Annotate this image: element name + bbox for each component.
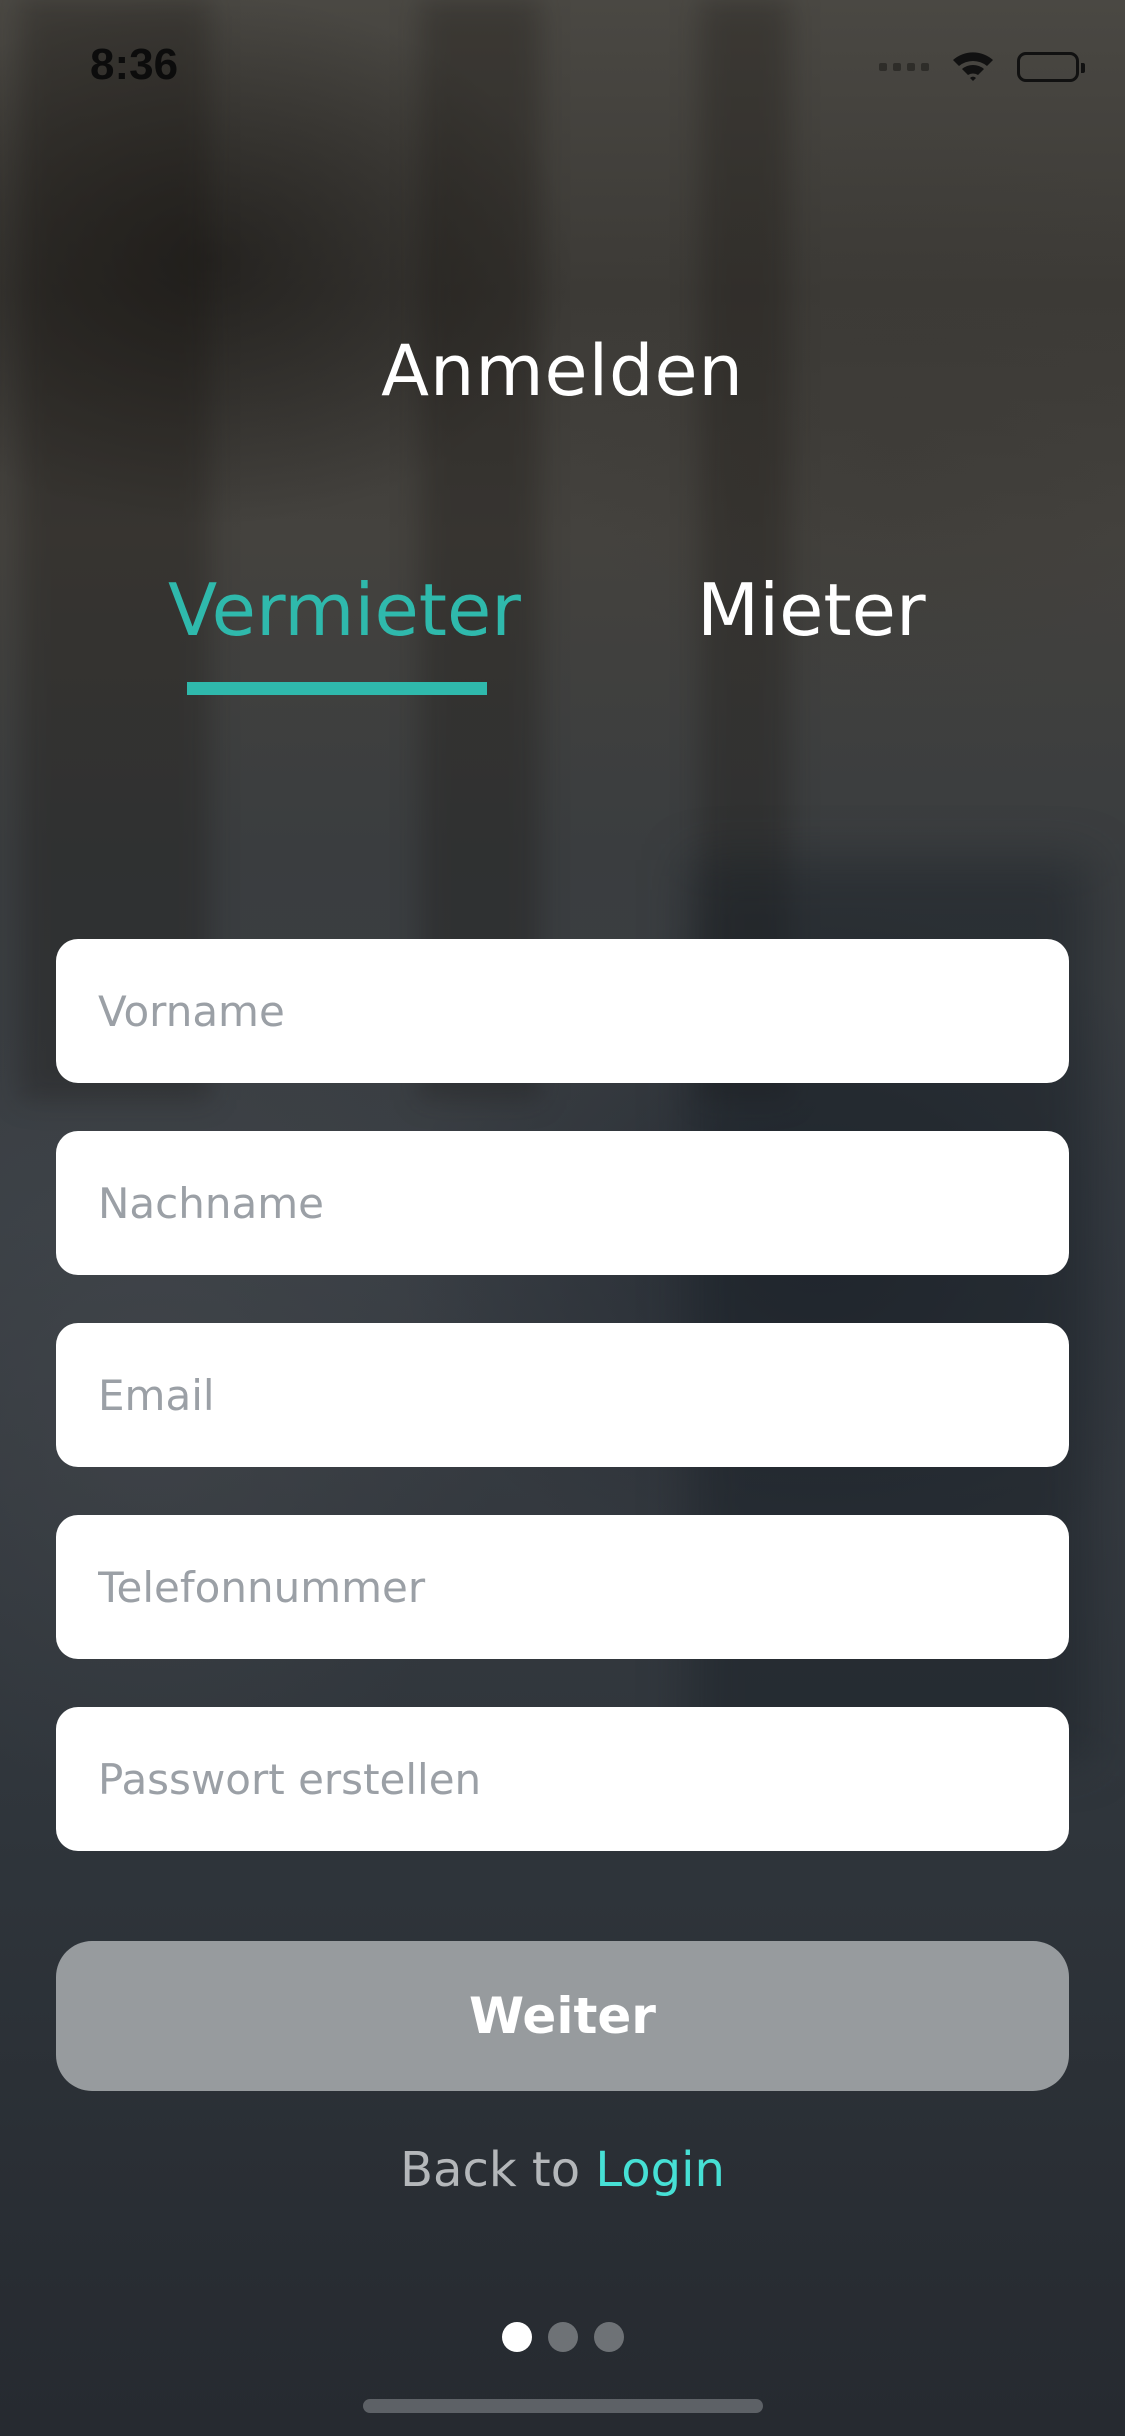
wifi-icon	[951, 48, 995, 86]
status-time: 8:36	[90, 40, 179, 89]
tab-mieter[interactable]: Mieter	[697, 568, 926, 652]
background-blur	[20, 0, 210, 1100]
last-name-field[interactable]	[56, 1131, 1069, 1275]
back-to-login: Back to Login	[0, 2142, 1125, 2198]
back-to-text: Back to	[400, 2142, 581, 2198]
page-dot	[547, 2322, 578, 2352]
password-field[interactable]	[56, 1707, 1069, 1851]
background-blur	[420, 0, 540, 1100]
weiter-button[interactable]: Weiter	[56, 1941, 1069, 2091]
phone-field[interactable]	[56, 1515, 1069, 1659]
home-indicator[interactable]	[363, 2399, 763, 2413]
signup-screen: 8:36 Anmelden Vermieter Mieter Weiter	[0, 0, 1125, 2436]
login-link[interactable]: Login	[595, 2142, 725, 2198]
page-dot-active	[501, 2322, 532, 2352]
tab-selected-indicator	[187, 682, 487, 695]
page-title: Anmelden	[381, 330, 744, 412]
page-indicator	[0, 2322, 1125, 2352]
cellular-signal-icon	[879, 63, 929, 71]
battery-icon	[1017, 52, 1085, 82]
page-dot	[593, 2322, 624, 2352]
email-field[interactable]	[56, 1323, 1069, 1467]
status-bar: 8:36	[0, 0, 1125, 130]
first-name-field[interactable]	[56, 939, 1069, 1083]
status-icons	[879, 48, 1085, 86]
tab-vermieter[interactable]: Vermieter	[168, 568, 521, 652]
